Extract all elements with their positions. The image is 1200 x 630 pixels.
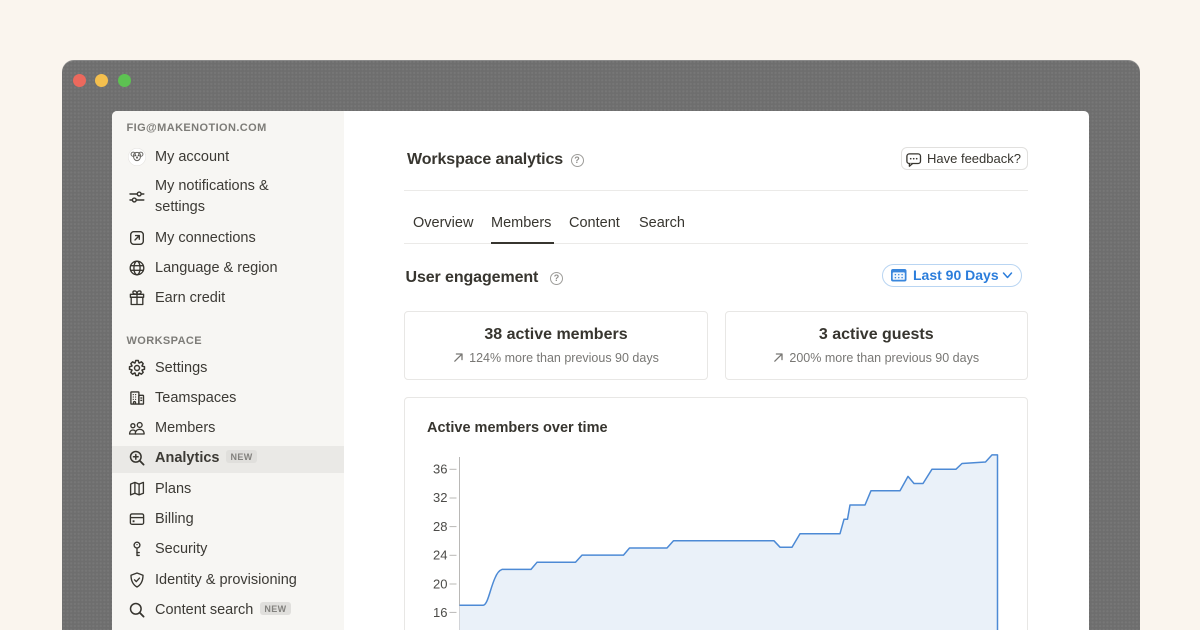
- svg-text:16: 16: [433, 605, 447, 620]
- svg-text:24: 24: [433, 548, 447, 563]
- svg-text:32: 32: [433, 490, 447, 505]
- svg-text:20: 20: [433, 576, 447, 591]
- svg-text:28: 28: [433, 519, 447, 534]
- svg-text:36: 36: [433, 462, 447, 477]
